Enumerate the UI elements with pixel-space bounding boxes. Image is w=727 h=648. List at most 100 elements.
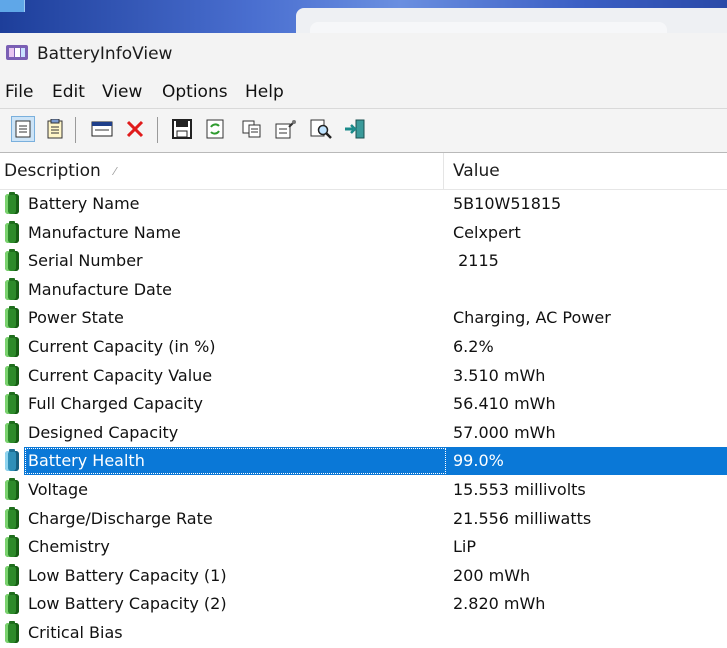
row-value: 2115 (453, 251, 499, 271)
table-row[interactable]: Manufacture Date (0, 276, 727, 305)
battery-icon (5, 277, 19, 300)
options-button[interactable] (274, 116, 298, 142)
row-value: LiP (453, 537, 477, 557)
battery-info-list[interactable]: Description ⁄ Value Battery Name 5B10W518… (0, 153, 727, 643)
exit-icon (345, 119, 365, 139)
row-description: Serial Number (28, 251, 143, 271)
battery-icon (5, 306, 19, 329)
title-bar[interactable]: BatteryInfoView (0, 33, 727, 77)
toolbar-separator (157, 117, 158, 143)
delete-button[interactable] (123, 116, 147, 142)
copy-icon (242, 120, 261, 138)
sort-ascending-icon: ⁄ (114, 165, 116, 178)
row-description: Full Charged Capacity (28, 394, 204, 414)
table-row[interactable]: Serial Number 2115 (0, 247, 727, 276)
row-value: Celxpert (453, 222, 521, 242)
row-value: 56.410 mWh (453, 394, 556, 414)
row-description: Battery Health (28, 451, 145, 471)
column-header-value[interactable]: Value (453, 161, 500, 181)
row-description: Charge/Discharge Rate (28, 508, 213, 528)
html-report-button[interactable] (90, 116, 114, 142)
table-row[interactable]: Charge/Discharge Rate 21.556 milliwatts (0, 505, 727, 534)
report-button[interactable] (43, 116, 67, 142)
save-button[interactable] (170, 116, 194, 142)
table-row[interactable]: Manufacture Name Celxpert (0, 219, 727, 248)
battery-icon (5, 592, 19, 615)
battery-icon (5, 220, 19, 243)
battery-icon (5, 563, 19, 586)
exit-button[interactable] (343, 116, 367, 142)
row-value: 57.000 mWh (453, 422, 556, 442)
properties-button[interactable] (11, 116, 35, 142)
battery-icon (5, 535, 19, 558)
battery-icon (5, 334, 19, 357)
battery-icon (5, 363, 19, 386)
battery-icon (5, 477, 19, 500)
row-value: 2.820 mWh (453, 594, 546, 614)
properties-icon (15, 120, 31, 138)
save-icon (172, 119, 192, 139)
row-description: Current Capacity (in %) (28, 336, 216, 356)
row-description: Chemistry (28, 537, 110, 557)
list-rows: Battery Name 5B10W51815 Manufacture Name Ce… (0, 190, 727, 648)
row-description: Manufacture Date (28, 279, 172, 299)
menu-bar: File Edit View Options Help (0, 77, 727, 109)
row-description: Manufacture Name (28, 222, 181, 242)
window-title: BatteryInfoView (37, 44, 173, 64)
table-row[interactable]: Voltage 15.553 millivolts (0, 476, 727, 505)
battery-icon (5, 420, 19, 443)
battery-icon (5, 506, 19, 529)
html-report-icon (91, 121, 113, 137)
table-row[interactable]: Low Battery Capacity (2) 2.820 mWh (0, 590, 727, 619)
table-row[interactable]: Designed Capacity 57.000 mWh (0, 419, 727, 448)
battery-icon (5, 249, 19, 272)
row-value: 6.2% (453, 336, 494, 356)
column-divider[interactable] (443, 153, 444, 189)
row-description: Power State (28, 308, 124, 328)
row-value: 21.556 milliwatts (453, 508, 592, 528)
menu-file[interactable]: File (5, 82, 33, 102)
battery-icon (5, 449, 19, 472)
table-row[interactable]: Critical Bias (0, 619, 727, 648)
row-value: Charging, AC Power (453, 308, 611, 328)
battery-icon (5, 192, 19, 214)
battery-icon (5, 392, 19, 415)
table-row[interactable]: Chemistry LiP (0, 533, 727, 562)
battery-app-icon (6, 45, 28, 60)
row-description: Low Battery Capacity (1) (28, 565, 227, 585)
table-row[interactable]: Current Capacity Value 3.510 mWh (0, 362, 727, 391)
table-row[interactable]: Full Charged Capacity 56.410 mWh (0, 390, 727, 419)
table-row[interactable]: Current Capacity (in %) 6.2% (0, 333, 727, 362)
column-header-description[interactable]: Description (4, 161, 101, 181)
desktop-icon[interactable] (0, 0, 25, 12)
report-icon (47, 119, 63, 139)
find-icon (310, 119, 332, 139)
row-description: Critical Bias (28, 622, 123, 642)
menu-options[interactable]: Options (162, 82, 228, 102)
menu-view[interactable]: View (102, 82, 142, 102)
row-value: 200 mWh (453, 565, 531, 585)
row-description: Voltage (28, 479, 89, 499)
row-description: Low Battery Capacity (2) (28, 594, 227, 614)
menu-help[interactable]: Help (245, 82, 284, 102)
row-value: 15.553 millivolts (453, 479, 586, 499)
row-value: 3.510 mWh (453, 365, 546, 385)
toolbar-separator (75, 117, 76, 143)
table-row[interactable]: Low Battery Capacity (1) 200 mWh (0, 562, 727, 591)
app-window: BatteryInfoView File Edit View Options H… (0, 33, 727, 643)
row-description: Designed Capacity (28, 422, 179, 442)
options-icon (275, 120, 296, 139)
row-description: Current Capacity Value (28, 365, 213, 385)
find-button[interactable] (309, 116, 333, 142)
row-value: 99.0% (453, 451, 504, 471)
list-header: Description ⁄ Value (0, 153, 727, 190)
table-row[interactable]: Battery Health 99.0% (0, 447, 727, 476)
copy-button[interactable] (240, 116, 264, 142)
table-row[interactable]: Power State Charging, AC Power (0, 304, 727, 333)
menu-edit[interactable]: Edit (52, 82, 85, 102)
refresh-icon (206, 119, 224, 139)
refresh-button[interactable] (203, 116, 227, 142)
row-value: 5B10W51815 (453, 194, 562, 213)
table-row[interactable]: Battery Name 5B10W51815 (0, 190, 727, 219)
row-description: Battery Name (28, 194, 140, 213)
